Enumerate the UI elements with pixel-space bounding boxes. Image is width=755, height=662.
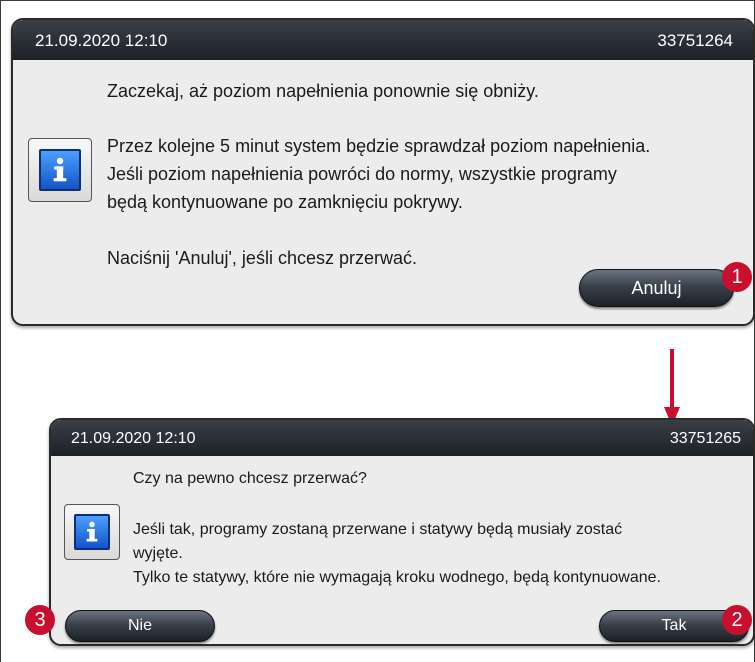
message-line: Przez kolejne 5 minut system będzie spra… <box>107 136 651 156</box>
dialog-titlebar: 21.09.2020 12:10 33751264 <box>13 20 753 60</box>
message-line: Jeśli tak, programy zostaną przerwane i … <box>133 521 623 538</box>
message-line: Naciśnij 'Anuluj', jeśli chcesz przerwać… <box>107 248 417 268</box>
info-icon <box>64 504 120 560</box>
cancel-button[interactable]: Anuluj <box>579 269 734 307</box>
dialog-message-id: 33751265 <box>669 430 741 447</box>
callout-marker-2: 2 <box>722 605 752 635</box>
down-arrow-icon <box>664 349 680 426</box>
message-line: wyjęte. <box>133 545 183 562</box>
message-line: Zaczekaj, aż poziom napełnienia ponownie… <box>107 81 539 101</box>
message-line: Tylko te statywy, które nie wymagają kro… <box>133 569 661 586</box>
info-icon <box>28 138 92 202</box>
message-line: będą kontynuowane po zamknięciu pokrywy. <box>107 192 463 212</box>
dialog-datetime: 21.09.2020 12:10 <box>71 430 196 447</box>
callout-marker-1: 1 <box>722 262 752 292</box>
message-line: Czy na pewno chcesz przerwać? <box>133 470 367 487</box>
dialog-titlebar: 21.09.2020 12:10 33751265 <box>51 420 753 456</box>
dialog-confirm-abort: 21.09.2020 12:10 33751265 Czy na pewno c… <box>49 418 755 646</box>
dialog-message-id: 33751264 <box>657 31 733 50</box>
no-button[interactable]: Nie <box>65 610 215 642</box>
dialog-datetime: 21.09.2020 12:10 <box>35 31 168 50</box>
message-line: Jeśli poziom napełnienia powróci do norm… <box>107 164 617 184</box>
callout-marker-3: 3 <box>25 605 55 635</box>
dialog-fill-level-wait: 21.09.2020 12:10 33751264 Zaczekaj, aż p… <box>11 18 755 326</box>
